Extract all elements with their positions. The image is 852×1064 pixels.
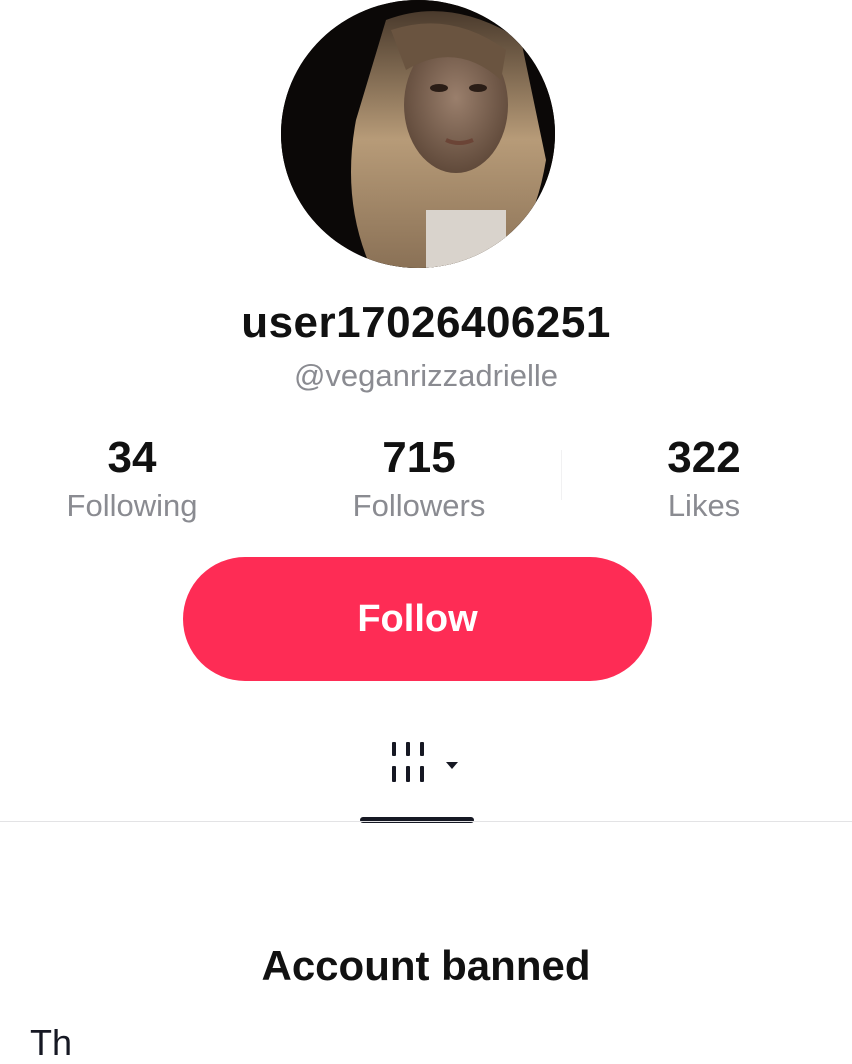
stat-likes-count: 322 bbox=[667, 433, 741, 482]
tabs-divider bbox=[0, 821, 852, 822]
active-tab-indicator bbox=[360, 817, 474, 823]
stat-following-label: Following bbox=[66, 488, 198, 523]
stat-followers[interactable]: 715 Followers bbox=[309, 430, 529, 526]
stat-followers-label: Followers bbox=[352, 488, 486, 523]
stat-following-count: 34 bbox=[107, 433, 157, 482]
follow-button[interactable]: Follow bbox=[183, 557, 652, 681]
avatar-photo bbox=[281, 0, 555, 268]
avatar[interactable] bbox=[281, 0, 555, 268]
stat-following[interactable]: 34 Following bbox=[22, 430, 242, 526]
stat-followers-count: 715 bbox=[382, 433, 456, 482]
stat-likes-label: Likes bbox=[667, 488, 741, 523]
caret-down-icon bbox=[446, 762, 458, 769]
account-banned-message: Th bbox=[30, 1022, 73, 1063]
grid-icon bbox=[392, 742, 458, 782]
account-banned-title: Account banned bbox=[261, 942, 591, 989]
stat-divider bbox=[561, 450, 562, 500]
tab-videos[interactable] bbox=[360, 730, 474, 823]
profile-username: user17026406251 bbox=[241, 298, 611, 347]
stat-likes: 322 Likes bbox=[594, 430, 814, 526]
profile-handle: @veganrizzadrielle bbox=[293, 358, 559, 393]
